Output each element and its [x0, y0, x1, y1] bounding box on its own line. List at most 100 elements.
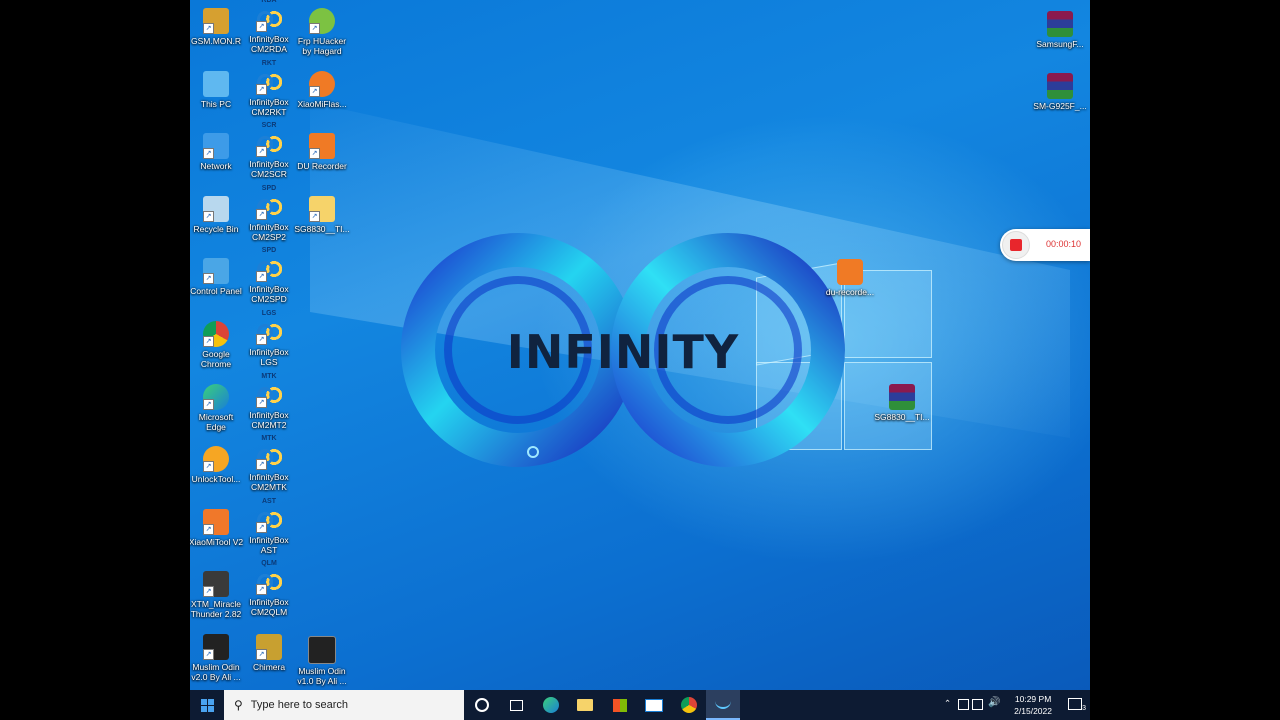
desktop-icon-label: Frp HUacker by Hagard	[297, 36, 347, 56]
desktop-icon-label: InfinityBox CM2SP2	[249, 221, 289, 242]
folder-icon	[577, 699, 593, 711]
stop-record-button[interactable]	[1002, 231, 1030, 259]
icon-tag: QLM	[261, 560, 277, 568]
volume-icon[interactable]: 🔊	[988, 697, 1000, 708]
desktop-icon[interactable]: SPD ↗ InfinityBox CM2SPD	[241, 246, 297, 304]
desktop-icon[interactable]: ↗ Recycle Bin	[190, 190, 244, 234]
taskbar-active-app[interactable]	[706, 690, 740, 720]
desktop-icon-label: InfinityBox CM2QLM	[249, 597, 289, 618]
desktop-icon[interactable]: ↗ Network	[190, 127, 244, 171]
desktop-icon[interactable]: ↗ SG8830__TI...	[294, 190, 350, 234]
network-tray-icon[interactable]	[972, 699, 983, 710]
desktop-icon[interactable]: ↗ Frp HUacker by Hagard	[294, 2, 350, 56]
store-icon	[613, 698, 627, 712]
desktop-icon[interactable]: ↗ DU Recorder	[294, 127, 350, 171]
cortana-button[interactable]	[465, 690, 499, 720]
security-icon[interactable]	[958, 699, 969, 710]
shortcut-arrow-icon: ↗	[256, 649, 267, 660]
shortcut-arrow-icon: ↗	[203, 461, 214, 473]
shortcut-arrow-icon: ↗	[256, 21, 267, 32]
desktop-icon-label: InfinityBox CM2MT2	[249, 409, 289, 430]
desktop-icon-label: Control Panel	[190, 286, 242, 297]
cortana-icon	[475, 698, 489, 712]
start-button[interactable]	[190, 690, 224, 720]
winrar-icon	[1047, 11, 1073, 37]
desktop-icon[interactable]: ↗ XiaoMiFlas...	[294, 65, 350, 109]
desktop-icon-label: du-recorde...	[825, 287, 875, 297]
icon-tag: LGS	[261, 310, 277, 317]
desktop-icon[interactable]: AST ↗ InfinityBox AST	[241, 497, 297, 555]
search-icon: ⚲	[234, 698, 243, 712]
desktop-icon-sm-g925f[interactable]: SM-G925F_...	[1032, 67, 1088, 111]
search-placeholder: Type here to search	[250, 699, 349, 711]
icon-tag: MTK	[261, 372, 277, 380]
desktop-icon[interactable]: ↗ Microsoft Edge	[190, 378, 244, 432]
desktop-icon-du-recorder-file[interactable]: du-recorde...	[820, 253, 880, 297]
infinitybox-icon: ↗	[256, 68, 282, 95]
system-tray: ⌃ 🔊 10:29 PM 2/15/2022 3	[940, 690, 1090, 720]
taskbar-edge[interactable]	[534, 690, 568, 720]
shortcut-arrow-icon: ↗	[309, 23, 320, 34]
taskbar-chrome[interactable]	[672, 690, 706, 720]
desktop-icon-muslim-odin-v1[interactable]: Muslim Odin v1.0 By Ali ...	[294, 630, 350, 686]
mi-icon: ↗	[309, 70, 335, 97]
icon-tag: SCR	[261, 122, 277, 130]
taskbar-mail[interactable]	[637, 690, 671, 720]
desktop-icon-label: InfinityBox CM2SCR	[249, 159, 289, 180]
desktop-icon-samsung[interactable]: SamsungF...	[1032, 5, 1088, 49]
notification-count: 3	[1082, 705, 1086, 712]
desktop-icon[interactable]: ↗ Control Panel	[190, 252, 244, 296]
chevron-up-icon[interactable]: ⌃	[944, 698, 951, 709]
shortcut-arrow-icon: ↗	[203, 586, 214, 598]
desktop-icon[interactable]: MTK ↗ InfinityBox CM2MTK	[241, 434, 297, 492]
desktop-icon[interactable]: RDA ↗ InfinityBox CM2RDA	[241, 0, 297, 54]
notification-icon[interactable]	[1068, 698, 1082, 710]
infinitybox-icon: ↗	[256, 319, 282, 345]
wallpaper-infinity-text: INFINITY	[507, 325, 739, 379]
task-view-button[interactable]	[499, 690, 533, 720]
shortcut-arrow-icon: ↗	[256, 146, 267, 158]
recycle-bin-icon: ↗	[203, 195, 229, 222]
shortcut-arrow-icon: ↗	[256, 396, 267, 408]
taskbar-store[interactable]	[603, 690, 637, 720]
network-icon: ↗	[203, 133, 229, 160]
desktop-icon[interactable]: QLM ↗ InfinityBox CM2QLM	[241, 559, 297, 617]
desktop-icon-label: SamsungF...	[1036, 39, 1084, 49]
desktop-icon[interactable]: ↗ Muslim Odin v2.0 By Ali ...	[190, 628, 244, 682]
desktop-icon-label: Muslim Odin v1.0 By Ali ...	[297, 666, 347, 686]
desktop-icon[interactable]: This PC	[190, 65, 244, 109]
infinitybox-icon: ↗	[256, 193, 282, 220]
shortcut-arrow-icon: ↗	[203, 336, 214, 347]
desktop-icon-sg8830-rar[interactable]: SG8830__TI...	[872, 378, 932, 422]
this-pc-icon	[203, 70, 229, 97]
odin-icon	[308, 636, 336, 664]
desktop-icon-label: Google Chrome	[200, 349, 232, 369]
shortcut-arrow-icon: ↗	[256, 459, 267, 471]
desktop-icon[interactable]: ↗ XiaoMiTool V2	[190, 503, 244, 547]
shortcut-arrow-icon: ↗	[309, 210, 320, 222]
desktop-icon[interactable]: ↗ XTM_Miracle Thunder 2.82	[190, 565, 244, 619]
taskbar-clock[interactable]: 10:29 PM 2/15/2022	[1014, 693, 1052, 717]
shortcut-arrow-icon: ↗	[256, 208, 267, 220]
desktop-icon[interactable]: ↗ UnlockTool...	[190, 440, 244, 484]
desktop-icon[interactable]: ↗ Google Chrome	[190, 315, 244, 369]
desktop-icon[interactable]: ↗ Chimera	[241, 628, 297, 672]
desktop-icon[interactable]: SCR ↗ InfinityBox CM2SCR	[241, 121, 297, 179]
desktop-icon-label: InfinityBox CM2MTK	[249, 472, 289, 493]
infinitybox-icon: ↗	[256, 569, 282, 596]
task-view-icon	[509, 699, 523, 711]
desktop-icon[interactable]: MTK ↗ InfinityBox CM2MT2	[241, 372, 297, 430]
taskbar-search-box[interactable]: ⚲ Type here to search	[224, 690, 464, 720]
desktop-icon[interactable]: RKT ↗ InfinityBox CM2RKT	[241, 59, 297, 117]
screen-recorder-widget: 00:00:10	[1000, 229, 1090, 261]
shortcut-arrow-icon: ↗	[203, 398, 214, 410]
desktop-icon[interactable]: LGS ↗ InfinityBox LGS	[241, 309, 297, 367]
desktop-icon[interactable]: ↗ GSM.MON.R	[190, 2, 244, 46]
infinitybox-icon: ↗	[256, 444, 282, 471]
taskbar-file-explorer[interactable]	[568, 690, 602, 720]
infinitybox-icon: ↗	[256, 131, 282, 158]
desktop-icon[interactable]: SPD ↗ InfinityBox CM2SP2	[241, 184, 297, 242]
gsm-icon: ↗	[203, 8, 229, 34]
chrome-icon: ↗	[203, 321, 229, 347]
desktop-icon-label: InfinityBox CM2SPD	[249, 284, 289, 305]
